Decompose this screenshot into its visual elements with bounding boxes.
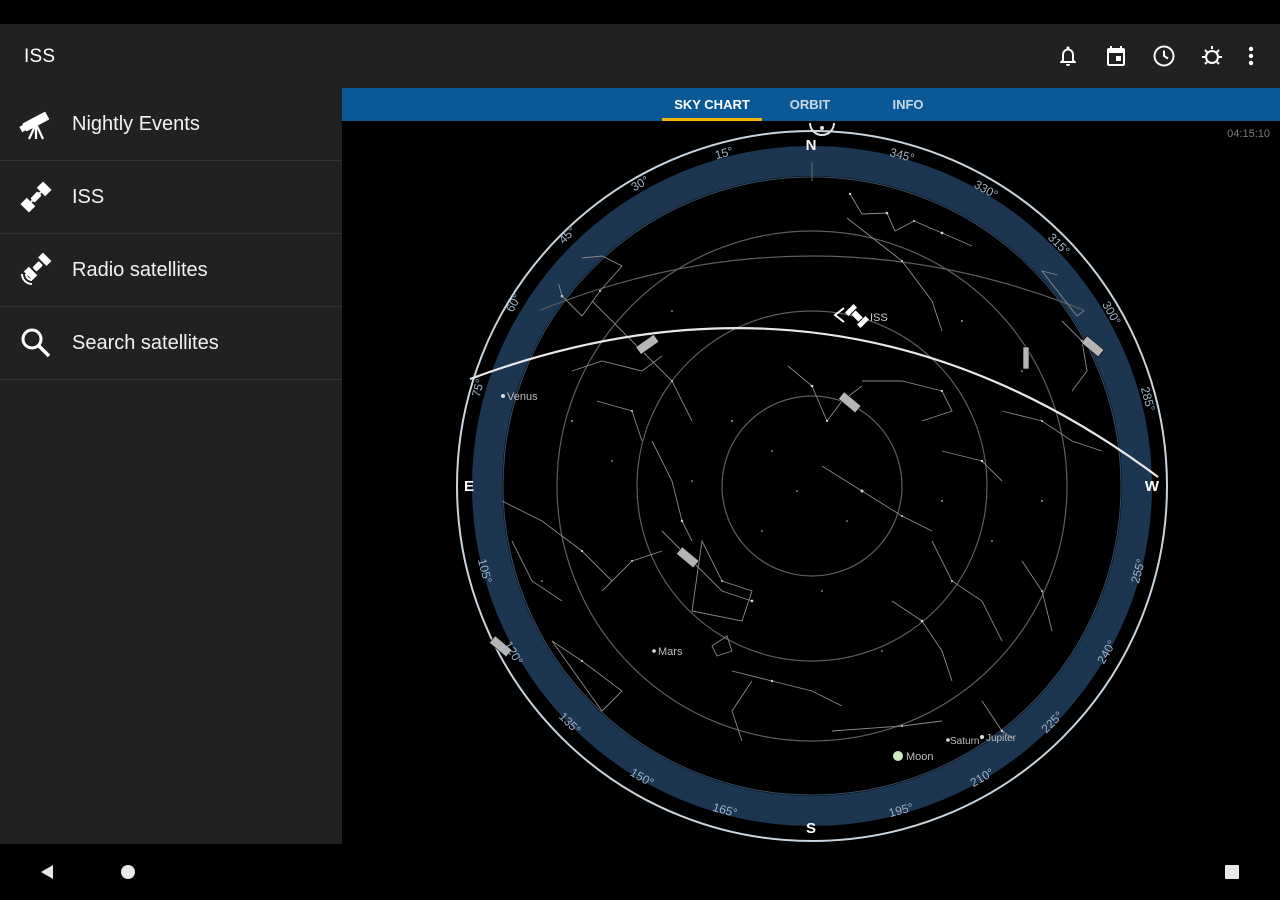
app-bar: ISS [0, 24, 1280, 88]
moon-label: Moon [906, 751, 934, 763]
sky-chart[interactable]: ISS Venus Mars Moon Saturn Jupiter N E S… [342, 121, 1280, 844]
satellite-icon [18, 179, 54, 215]
jupiter-marker [980, 735, 984, 739]
toolbar-actions [1044, 38, 1266, 74]
more-vert-icon[interactable] [1236, 38, 1266, 74]
venus-marker [501, 394, 505, 398]
search-icon [18, 325, 54, 361]
cardinal-north: N [806, 137, 817, 154]
tab-label: INFO [892, 97, 924, 112]
tab-bar: SKY CHART ORBIT INFO [342, 88, 1280, 121]
saturn-label: Saturn [950, 736, 979, 747]
drawer-label: Nightly Events [72, 113, 200, 135]
drawer-item-radio-satellites[interactable]: Radio satellites [0, 234, 342, 307]
iss-label: ISS [870, 312, 888, 324]
tab-label: ORBIT [789, 97, 831, 112]
tab-orbit[interactable]: ORBIT [762, 88, 858, 121]
drawer-item-iss[interactable]: ISS [0, 161, 342, 234]
drawer-label: Search satellites [72, 332, 219, 354]
bell-icon[interactable] [1044, 38, 1092, 74]
venus-label: Venus [507, 391, 538, 403]
mars-label: Mars [658, 646, 683, 658]
cardinal-south: S [806, 820, 816, 837]
tab-label: SKY CHART [674, 97, 750, 112]
system-nav-bar [0, 844, 1280, 900]
mars-marker [652, 649, 656, 653]
drawer-label: Radio satellites [72, 259, 208, 281]
drawer-item-search-satellites[interactable]: Search satellites [0, 307, 342, 380]
tab-sky-chart[interactable]: SKY CHART [662, 88, 762, 121]
telescope-icon [18, 106, 54, 142]
north-marker-dot [820, 126, 824, 130]
cardinal-west: W [1145, 478, 1160, 495]
moon-marker [893, 751, 903, 761]
sun-icon[interactable] [1188, 38, 1236, 74]
calendar-icon[interactable] [1092, 38, 1140, 74]
radio-satellite-icon [18, 252, 54, 288]
sky-disk [502, 176, 1122, 796]
tab-info[interactable]: INFO [858, 88, 958, 121]
recents-icon[interactable] [1216, 858, 1248, 886]
cardinal-east: E [464, 478, 474, 495]
drawer-item-nightly-events[interactable]: Nightly Events [0, 88, 342, 161]
status-bar [0, 0, 1280, 24]
home-icon[interactable] [112, 858, 144, 886]
drawer-label: ISS [72, 186, 105, 208]
navigation-drawer: Nightly Events ISS Radio satellites Sear… [0, 88, 342, 844]
jupiter-label: Jupiter [986, 733, 1017, 744]
back-icon[interactable] [30, 858, 64, 886]
clock-icon[interactable] [1140, 38, 1188, 74]
app-title: ISS [24, 46, 56, 67]
main-content: SKY CHART ORBIT INFO 04:15:10 ISS Venus … [342, 88, 1280, 844]
